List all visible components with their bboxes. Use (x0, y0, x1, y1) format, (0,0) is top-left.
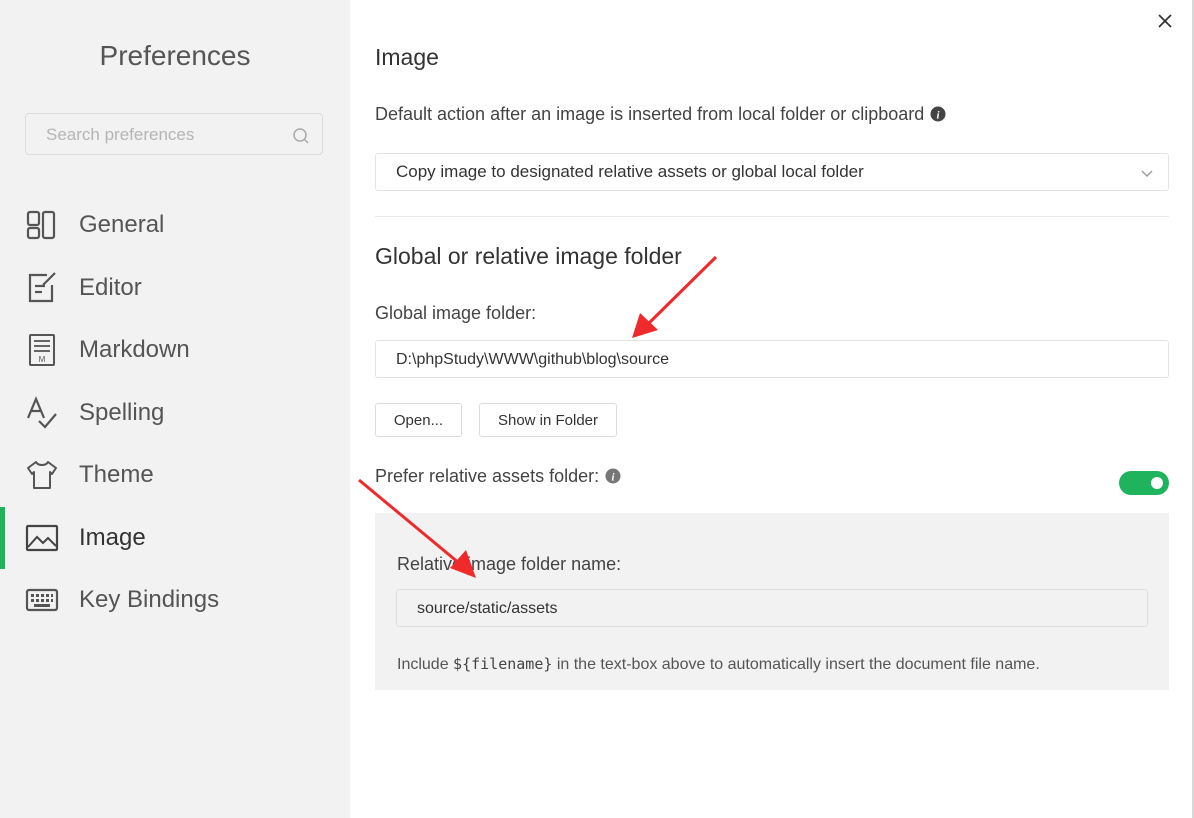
markdown-icon: M (29, 334, 55, 366)
sidebar-item-label: Markdown (79, 336, 190, 363)
sidebar: Preferences General Editor M (0, 0, 350, 818)
search-input[interactable] (44, 114, 293, 156)
toggle-knob (1151, 477, 1163, 489)
default-action-select[interactable]: Copy image to designated relative assets… (375, 153, 1169, 191)
sidebar-item-label: Editor (79, 274, 142, 301)
search-box[interactable] (25, 113, 323, 156)
show-in-folder-button[interactable]: Show in Folder (479, 403, 617, 437)
svg-text:M: M (39, 355, 46, 364)
default-action-label: Default action after an image is inserte… (375, 104, 925, 124)
search-icon (293, 128, 309, 144)
sidebar-item-spelling[interactable]: Spelling (0, 382, 350, 444)
sidebar-item-general[interactable]: General (0, 194, 350, 256)
filename-hint: Include ${filename} in the text-box abov… (397, 655, 1040, 674)
hint-suffix: in the text-box above to automatically i… (552, 656, 1040, 673)
chevron-down-icon (1141, 170, 1153, 177)
sidebar-item-theme[interactable]: Theme (0, 444, 350, 506)
theme-icon (27, 461, 57, 489)
folder-section-title: Global or relative image folder (375, 243, 682, 269)
prefer-relative-label: Prefer relative assets folder: (375, 466, 600, 486)
hint-code: ${filename} (453, 655, 553, 673)
sidebar-item-label: General (79, 211, 165, 238)
sidebar-item-markdown[interactable]: M Markdown (0, 319, 350, 381)
global-folder-label: Global image folder: (375, 303, 537, 323)
sidebar-item-image[interactable]: Image (0, 507, 350, 569)
spelling-icon (26, 396, 57, 429)
open-button[interactable]: Open... (375, 403, 462, 437)
global-folder-field[interactable] (375, 340, 1169, 379)
info-icon[interactable]: i (605, 468, 621, 484)
info-icon[interactable]: i (930, 106, 946, 122)
sidebar-item-label: Image (79, 524, 146, 551)
close-icon[interactable] (1154, 10, 1176, 32)
sidebar-title: Preferences (99, 40, 251, 71)
relative-folder-panel: Relative image folder name: Include ${fi… (375, 513, 1169, 690)
sidebar-item-key-bindings[interactable]: Key Bindings (0, 569, 350, 631)
section-title: Image (375, 44, 439, 70)
sidebar-item-label: Spelling (79, 399, 165, 426)
hint-prefix: Include (397, 656, 454, 673)
relative-folder-label: Relative image folder name: (397, 554, 622, 574)
default-action-value: Copy image to designated relative assets… (396, 162, 864, 181)
keyboard-icon (25, 588, 59, 612)
prefer-relative-row: Prefer relative assets folder: i (375, 466, 621, 487)
general-icon (26, 210, 56, 240)
relative-folder-field[interactable] (396, 589, 1148, 628)
sidebar-item-label: Key Bindings (79, 586, 220, 613)
divider (375, 216, 1169, 217)
default-action-row: Default action after an image is inserte… (375, 104, 946, 125)
prefer-relative-toggle[interactable] (1119, 471, 1169, 495)
sidebar-item-editor[interactable]: Editor (0, 257, 350, 319)
image-icon (25, 524, 59, 552)
sidebar-item-label: Theme (79, 461, 154, 488)
relative-folder-input[interactable] (415, 590, 1094, 628)
global-folder-input[interactable] (394, 341, 1111, 379)
editor-icon (28, 272, 56, 303)
